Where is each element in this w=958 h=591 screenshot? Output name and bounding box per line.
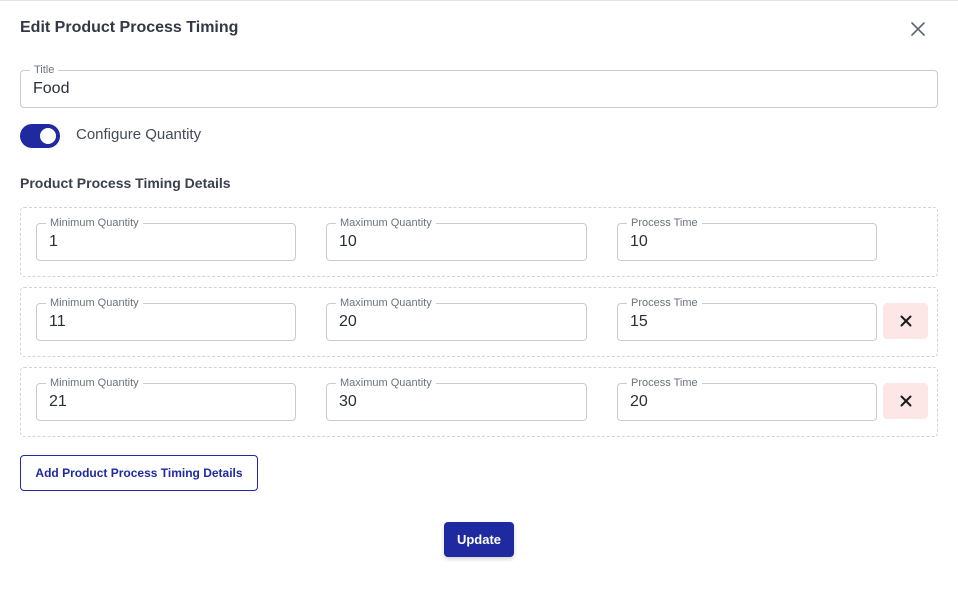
close-icon (900, 395, 911, 407)
edit-process-timing-dialog: Edit Product Process Timing Title Config… (0, 0, 958, 591)
process-time-input[interactable] (630, 304, 866, 340)
process-time-field: Process Time (617, 297, 877, 341)
process-time-field: Process Time (617, 217, 877, 261)
configure-quantity-toggle[interactable] (20, 124, 60, 148)
max-quantity-input[interactable] (339, 224, 576, 260)
title-input[interactable] (33, 71, 927, 107)
section-title: Product Process Timing Details (20, 175, 231, 191)
min-quantity-input[interactable] (49, 384, 285, 420)
close-icon (900, 315, 911, 327)
close-icon (911, 22, 925, 36)
min-quantity-input[interactable] (49, 304, 285, 340)
update-button[interactable]: Update (444, 522, 514, 557)
max-quantity-input[interactable] (339, 304, 576, 340)
max-quantity-input[interactable] (339, 384, 576, 420)
toggle-knob (40, 128, 56, 144)
process-time-input[interactable] (630, 384, 866, 420)
min-quantity-field: Minimum Quantity (36, 297, 296, 341)
min-quantity-field: Minimum Quantity (36, 217, 296, 261)
min-quantity-input[interactable] (49, 224, 285, 260)
max-quantity-field: Maximum Quantity (326, 297, 587, 341)
close-button[interactable] (906, 17, 930, 41)
remove-row-button[interactable] (883, 303, 928, 339)
remove-row-button[interactable] (883, 383, 928, 419)
max-quantity-field: Maximum Quantity (326, 377, 587, 421)
process-time-input[interactable] (630, 224, 866, 260)
add-timing-details-button[interactable]: Add Product Process Timing Details (20, 455, 258, 491)
title-field: Title (20, 64, 938, 108)
min-quantity-field: Minimum Quantity (36, 377, 296, 421)
configure-quantity-label: Configure Quantity (76, 126, 202, 143)
dialog-title: Edit Product Process Timing (20, 19, 239, 36)
process-time-field: Process Time (617, 377, 877, 421)
max-quantity-field: Maximum Quantity (326, 217, 587, 261)
